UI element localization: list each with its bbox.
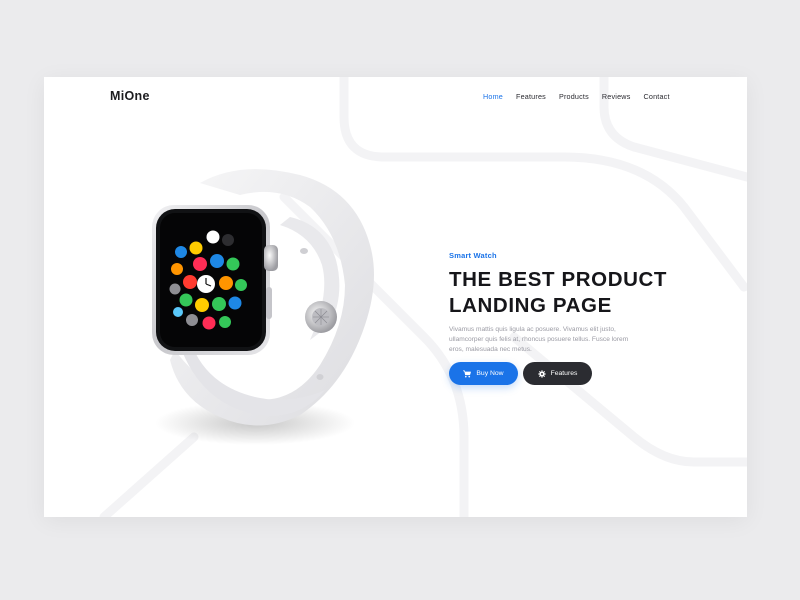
buy-now-button[interactable]: Buy Now bbox=[449, 362, 518, 385]
hero-actions: Buy Now Features bbox=[449, 362, 592, 385]
smartwatch-image bbox=[140, 165, 380, 455]
features-button[interactable]: Features bbox=[523, 362, 592, 385]
hero-description: Vivamus mattis quis ligula ac posuere. V… bbox=[449, 326, 629, 353]
hero-content: Smart Watch THE BEST PRODUCT LANDING PAG… bbox=[449, 251, 679, 355]
nav-reviews[interactable]: Reviews bbox=[602, 92, 631, 101]
buy-now-label: Buy Now bbox=[476, 370, 504, 377]
main-nav: Home Features Products Reviews Contact bbox=[483, 92, 683, 101]
gear-icon bbox=[537, 369, 546, 378]
cart-icon bbox=[463, 369, 472, 378]
features-label: Features bbox=[550, 370, 578, 377]
hero-eyebrow: Smart Watch bbox=[449, 251, 497, 260]
brand-logo[interactable]: MiOne bbox=[110, 89, 150, 103]
hero-headline: THE BEST PRODUCT LANDING PAGE bbox=[449, 267, 679, 319]
nav-contact[interactable]: Contact bbox=[643, 92, 669, 101]
nav-products[interactable]: Products bbox=[559, 92, 589, 101]
headline-line-1: THE BEST PRODUCT bbox=[449, 268, 668, 291]
nav-home[interactable]: Home bbox=[483, 92, 503, 101]
headline-line-2: LANDING PAGE bbox=[449, 294, 612, 317]
landing-card: MiOne Home Features Products Reviews Con… bbox=[44, 77, 747, 517]
nav-features[interactable]: Features bbox=[516, 92, 546, 101]
